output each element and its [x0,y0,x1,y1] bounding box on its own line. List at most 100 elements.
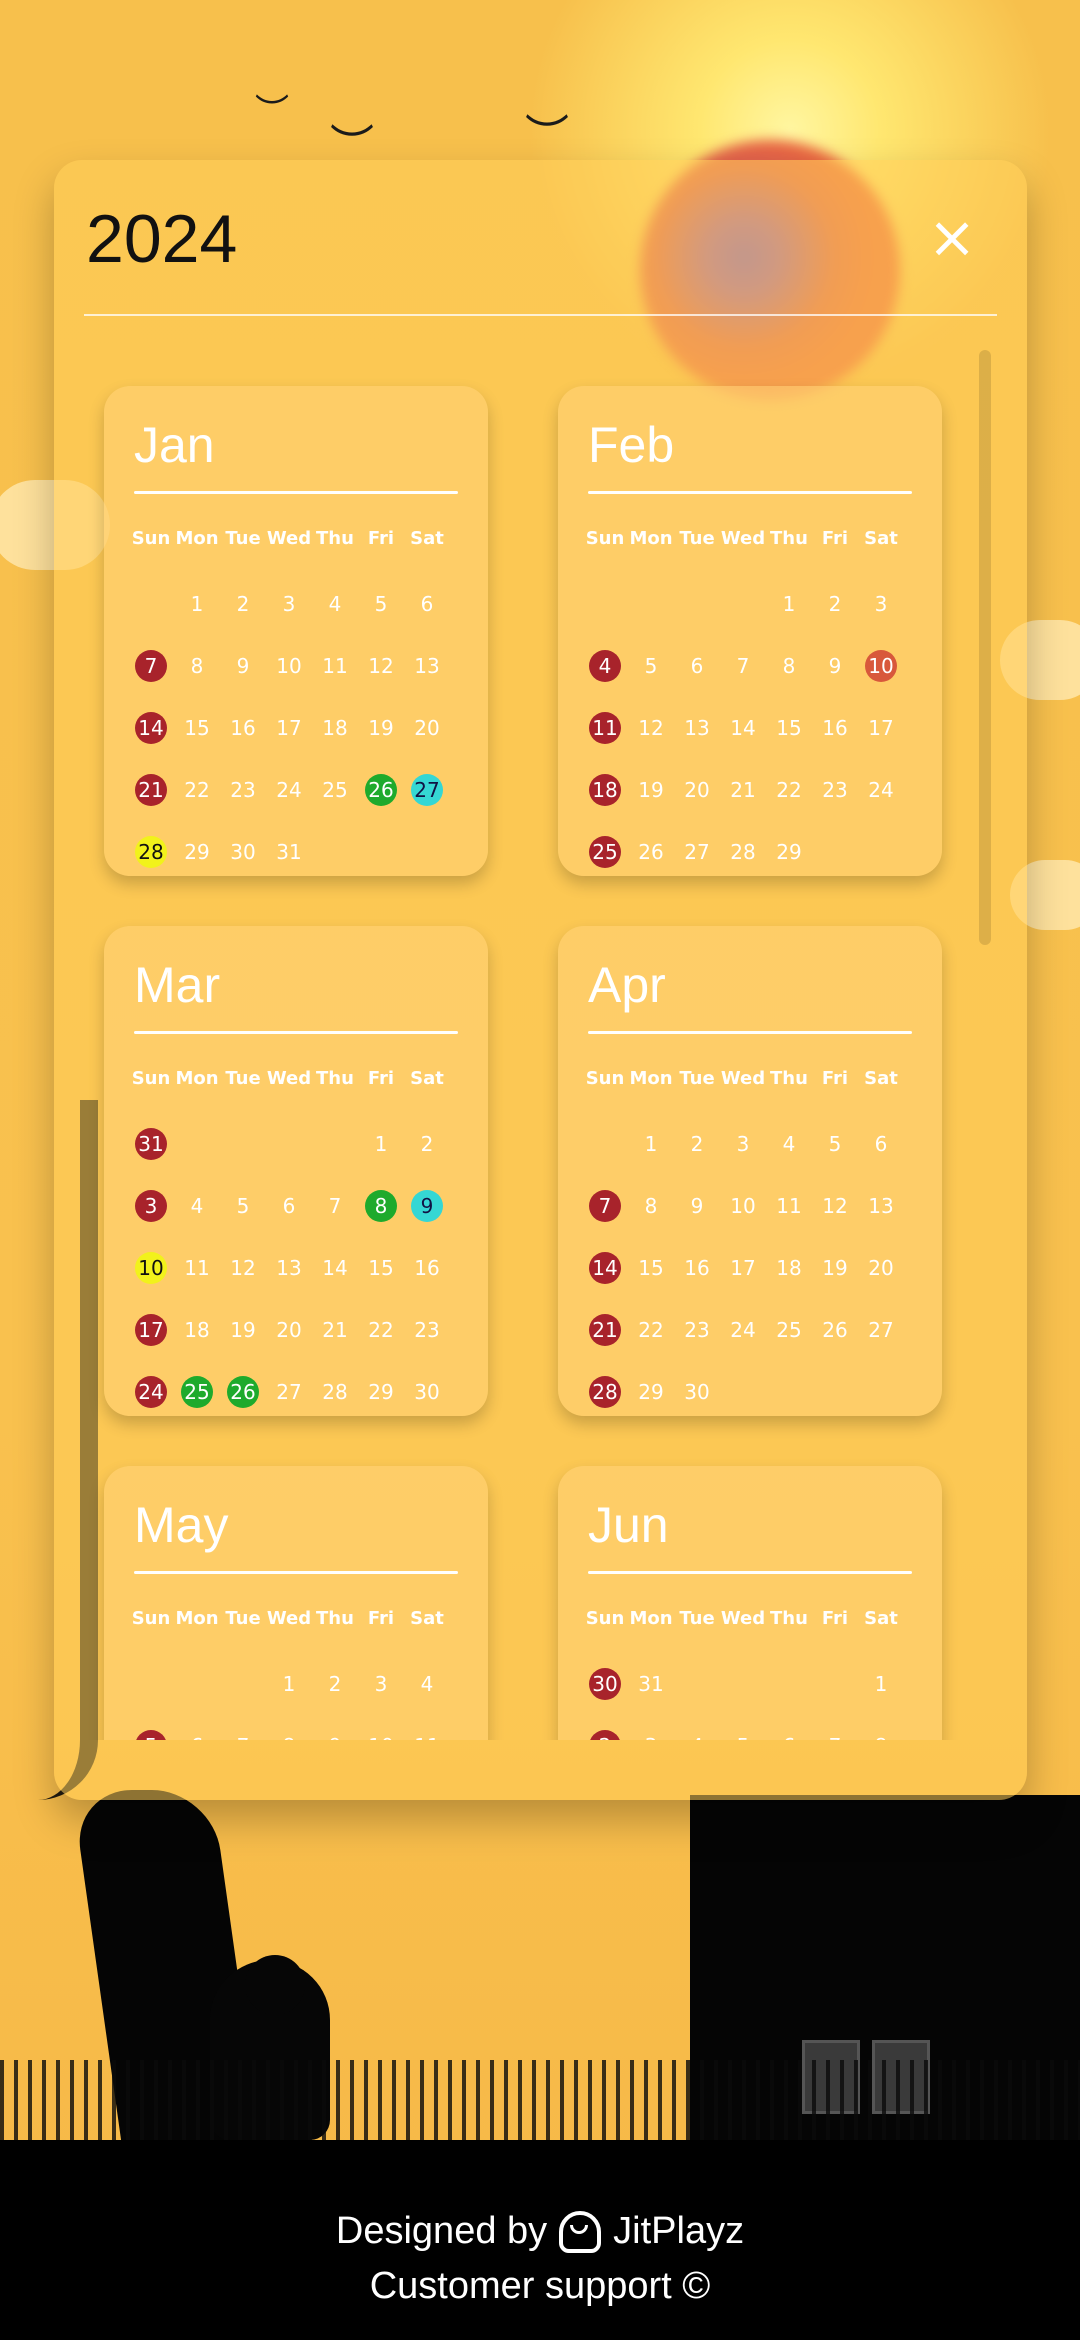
day-cell[interactable]: 10 [128,1237,174,1299]
day-cell[interactable]: 19 [628,759,674,821]
day-cell[interactable]: 27 [858,1299,904,1361]
day-cell[interactable]: 15 [174,697,220,759]
day-cell[interactable]: 4 [174,1175,220,1237]
day-cell[interactable]: 7 [582,1175,628,1237]
day-cell[interactable]: 2 [582,1715,628,1740]
day-cell[interactable]: 17 [128,1299,174,1361]
day-cell[interactable]: 16 [220,697,266,759]
day-cell[interactable]: 24 [858,759,904,821]
day-cell[interactable]: 20 [858,1237,904,1299]
day-cell[interactable]: 22 [628,1299,674,1361]
day-cell[interactable]: 4 [766,1113,812,1175]
day-cell[interactable]: 31 [628,1653,674,1715]
day-cell[interactable]: 3 [858,573,904,635]
day-cell[interactable]: 19 [812,1237,858,1299]
day-cell[interactable]: 7 [128,635,174,697]
day-cell[interactable]: 8 [174,635,220,697]
day-cell[interactable]: 14 [720,697,766,759]
day-cell[interactable]: 5 [720,1715,766,1740]
day-cell[interactable]: 25 [312,759,358,821]
day-cell[interactable]: 24 [266,759,312,821]
day-cell[interactable]: 26 [220,1361,266,1423]
day-cell[interactable]: 18 [766,1237,812,1299]
day-cell[interactable]: 8 [628,1175,674,1237]
day-cell[interactable]: 27 [266,1361,312,1423]
day-cell[interactable]: 20 [674,759,720,821]
day-cell[interactable]: 22 [174,759,220,821]
day-cell[interactable]: 13 [858,1175,904,1237]
day-cell[interactable]: 28 [582,1361,628,1423]
day-cell[interactable]: 18 [312,697,358,759]
day-cell[interactable]: 11 [174,1237,220,1299]
day-cell[interactable]: 29 [766,821,812,883]
day-cell[interactable]: 5 [812,1113,858,1175]
day-cell[interactable]: 13 [674,697,720,759]
day-cell[interactable]: 12 [220,1237,266,1299]
day-cell[interactable]: 28 [128,821,174,883]
day-cell[interactable]: 9 [404,1175,450,1237]
day-cell[interactable]: 17 [266,697,312,759]
day-cell[interactable]: 26 [628,821,674,883]
day-cell[interactable]: 21 [582,1299,628,1361]
day-cell[interactable]: 5 [128,1715,174,1740]
calendar-scroll-area[interactable]: Jan Sun Mon Tue Wed Thu Fri Sat 1 2 3 4 5 6 7 8 9 10 11 12 1… [54,330,1027,1740]
day-cell[interactable]: 26 [358,759,404,821]
day-cell[interactable]: 16 [812,697,858,759]
day-cell[interactable]: 17 [720,1237,766,1299]
day-cell[interactable]: 2 [404,1113,450,1175]
day-cell[interactable]: 23 [220,759,266,821]
day-cell[interactable]: 20 [404,697,450,759]
day-cell[interactable]: 19 [358,697,404,759]
day-cell[interactable]: 30 [404,1361,450,1423]
day-cell[interactable]: 28 [312,1361,358,1423]
day-cell[interactable]: 13 [266,1237,312,1299]
day-cell[interactable]: 4 [312,573,358,635]
day-cell[interactable]: 10 [720,1175,766,1237]
day-cell[interactable]: 4 [582,635,628,697]
day-cell[interactable]: 15 [628,1237,674,1299]
day-cell[interactable]: 5 [358,573,404,635]
day-cell[interactable]: 24 [128,1361,174,1423]
day-cell[interactable]: 21 [720,759,766,821]
day-cell[interactable]: 4 [674,1715,720,1740]
day-cell[interactable]: 7 [812,1715,858,1740]
day-cell[interactable]: 30 [674,1361,720,1423]
day-cell[interactable]: 14 [312,1237,358,1299]
day-cell[interactable]: 29 [628,1361,674,1423]
day-cell[interactable]: 15 [766,697,812,759]
day-cell[interactable]: 8 [358,1175,404,1237]
day-cell[interactable]: 6 [766,1715,812,1740]
day-cell[interactable]: 10 [858,635,904,697]
day-cell[interactable]: 23 [404,1299,450,1361]
day-cell[interactable]: 16 [674,1237,720,1299]
day-cell[interactable]: 1 [266,1653,312,1715]
day-cell[interactable]: 19 [220,1299,266,1361]
day-cell[interactable]: 3 [358,1653,404,1715]
day-cell[interactable]: 25 [766,1299,812,1361]
day-cell[interactable]: 3 [628,1715,674,1740]
day-cell[interactable]: 1 [766,573,812,635]
day-cell[interactable]: 25 [582,821,628,883]
day-cell[interactable]: 1 [358,1113,404,1175]
day-cell[interactable]: 23 [674,1299,720,1361]
day-cell[interactable]: 29 [174,821,220,883]
day-cell[interactable]: 8 [266,1715,312,1740]
day-cell[interactable]: 2 [312,1653,358,1715]
day-cell[interactable]: 30 [220,821,266,883]
day-cell[interactable]: 23 [812,759,858,821]
day-cell[interactable]: 7 [312,1175,358,1237]
day-cell[interactable]: 24 [720,1299,766,1361]
day-cell[interactable]: 18 [582,759,628,821]
day-cell[interactable]: 2 [220,573,266,635]
day-cell[interactable]: 6 [404,573,450,635]
day-cell[interactable]: 3 [128,1175,174,1237]
day-cell[interactable]: 18 [174,1299,220,1361]
day-cell[interactable]: 22 [766,759,812,821]
day-cell[interactable]: 9 [220,635,266,697]
day-cell[interactable]: 1 [174,573,220,635]
day-cell[interactable]: 11 [404,1715,450,1740]
day-cell[interactable]: 9 [674,1175,720,1237]
day-cell[interactable]: 21 [312,1299,358,1361]
day-cell[interactable]: 11 [312,635,358,697]
day-cell[interactable]: 10 [266,635,312,697]
